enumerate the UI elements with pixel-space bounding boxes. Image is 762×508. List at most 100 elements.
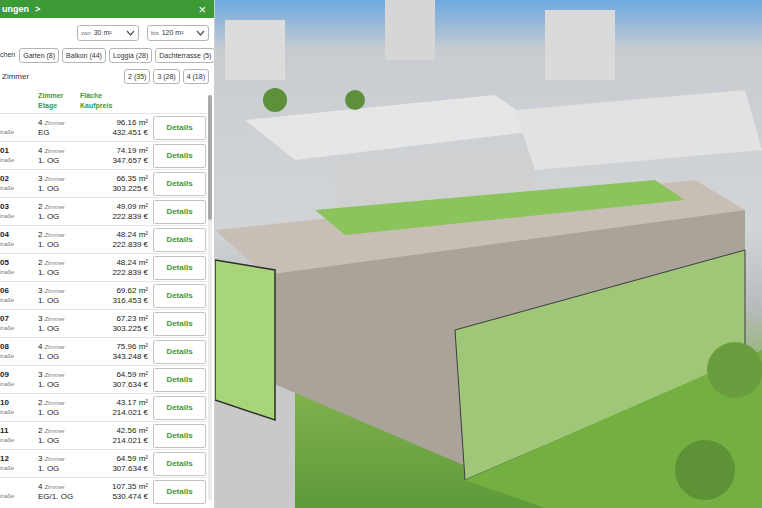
apartment-price: 222.839 € — [112, 212, 148, 222]
feature-chip[interactable]: Loggia (28) — [109, 48, 152, 63]
rooms-chip[interactable]: 3 (28) — [153, 69, 179, 84]
apartment-row[interactable]: 10traße2Zimmer1. OG43.17 m²214.021 €Deta… — [0, 393, 206, 421]
apartment-area: 48.24 m² — [116, 230, 148, 240]
room-unit: Zimmer — [44, 370, 64, 380]
column-title: Zimmer — [38, 91, 80, 101]
feature-chip[interactable]: Dachterrasse (5) — [155, 48, 215, 63]
details-button[interactable]: Details — [153, 200, 206, 224]
apartment-number: 04 — [0, 230, 38, 240]
apartment-number: 05 — [0, 258, 38, 268]
room-count: 4 — [38, 482, 42, 492]
apartment-row[interactable]: 02traße3Zimmer1. OG66.35 m²303.225 €Deta… — [0, 169, 206, 197]
details-button[interactable]: Details — [153, 116, 206, 140]
room-unit: Zimmer — [44, 398, 64, 408]
details-button[interactable]: Details — [153, 340, 206, 364]
details-button[interactable]: Details — [153, 452, 206, 476]
apartment-floor: 1. OG — [38, 296, 80, 306]
apartment-row[interactable]: 08traße4Zimmer1. OG75.96 m²343.248 €Deta… — [0, 337, 206, 365]
apartment-number: 01 — [0, 146, 38, 156]
area-value: 30 m² — [94, 29, 112, 36]
column-title: Fläche — [80, 91, 150, 101]
details-button[interactable]: Details — [153, 228, 206, 252]
apartment-area: 74.19 m² — [116, 146, 148, 156]
apartment-row[interactable]: 06traße3Zimmer1. OG69.62 m²316.453 €Deta… — [0, 281, 206, 309]
apartment-row[interactable]: 05traße2Zimmer1. OG48.24 m²222.839 €Deta… — [0, 253, 206, 281]
apartment-number: 11 — [0, 426, 38, 436]
apartment-street: traße — [0, 324, 38, 333]
details-button[interactable]: Details — [153, 256, 206, 280]
area-select[interactable]: von30 m² — [77, 25, 139, 41]
apartment-price: 222.839 € — [112, 240, 148, 250]
apartment-row[interactable]: 01traße4Zimmer1. OG74.19 m²347.657 €Deta… — [0, 141, 206, 169]
apartment-row[interactable]: 07traße3Zimmer1. OG67.23 m²303.225 €Deta… — [0, 309, 206, 337]
apartment-row[interactable]: traße4ZimmerEG/1. OG107.35 m²530.474 €De… — [0, 477, 206, 505]
apartment-area: 64.59 m² — [116, 454, 148, 464]
apartment-price: 303.225 € — [112, 324, 148, 334]
details-button[interactable]: Details — [153, 312, 206, 336]
room-count: 2 — [38, 258, 42, 268]
apartment-number: 12 — [0, 454, 38, 464]
apartment-price: 303.225 € — [112, 184, 148, 194]
room-count: 4 — [38, 342, 42, 352]
details-button[interactable]: Details — [153, 144, 206, 168]
chevron-down-icon — [195, 28, 205, 38]
apartment-row[interactable]: traße4ZimmerEG96.16 m²432.451 €Details — [0, 113, 206, 141]
room-unit: Zimmer — [44, 202, 64, 212]
scrollbar[interactable] — [208, 95, 212, 500]
area-prefix: von — [81, 30, 91, 36]
room-unit: Zimmer — [44, 426, 64, 436]
room-unit: Zimmer — [44, 146, 64, 156]
apartment-street: traße — [0, 436, 38, 445]
apartment-panel: ungen>×von30 m²bis120 m²chenGarten (8)Ba… — [0, 0, 215, 508]
apartment-row[interactable]: 11traße2Zimmer1. OG42.56 m²214.021 €Deta… — [0, 421, 206, 449]
details-button[interactable]: Details — [153, 368, 206, 392]
room-count: 3 — [38, 314, 42, 324]
building-3d-view[interactable] — [215, 0, 762, 508]
apartment-street: traße — [0, 352, 38, 361]
apartment-area: 75.96 m² — [116, 342, 148, 352]
room-count: 3 — [38, 454, 42, 464]
room-unit: Zimmer — [44, 118, 64, 128]
rooms-chip[interactable]: 2 (35) — [124, 69, 150, 84]
room-unit: Zimmer — [44, 286, 64, 296]
apartment-area: 42.56 m² — [116, 426, 148, 436]
apartment-floor: EG/1. OG — [38, 492, 80, 502]
details-button[interactable]: Details — [153, 284, 206, 308]
chevron-down-icon — [125, 28, 135, 38]
details-button[interactable]: Details — [153, 480, 206, 504]
room-unit: Zimmer — [44, 174, 64, 184]
column-title: Kaufpreis — [80, 101, 150, 111]
details-button[interactable]: Details — [153, 396, 206, 420]
column-title: Etage — [38, 101, 80, 111]
scrollbar-thumb[interactable] — [208, 95, 212, 220]
header-chevron[interactable]: > — [35, 5, 40, 14]
apartment-price: 343.248 € — [112, 352, 148, 362]
apartment-row[interactable]: 09traße3Zimmer1. OG64.59 m²307.634 €Deta… — [0, 365, 206, 393]
details-button[interactable]: Details — [153, 172, 206, 196]
apartment-row[interactable]: 12traße3Zimmer1. OG64.59 m²307.634 €Deta… — [0, 449, 206, 477]
apartment-floor: 1. OG — [38, 268, 80, 278]
rooms-chip[interactable]: 4 (18) — [183, 69, 209, 84]
apartment-floor: 1. OG — [38, 408, 80, 418]
close-button[interactable]: × — [198, 3, 206, 16]
feature-chip[interactable]: Garten (8) — [19, 48, 59, 63]
apartment-floor: 1. OG — [38, 156, 80, 166]
apartment-area: 67.23 m² — [116, 314, 148, 324]
panel-header: ungen>× — [0, 0, 214, 18]
apartment-street: traße — [0, 296, 38, 305]
details-button[interactable]: Details — [153, 424, 206, 448]
room-count: 4 — [38, 118, 42, 128]
table-header: ZimmerEtageFlächeKaufpreis — [0, 86, 214, 113]
apartment-street: traße — [0, 408, 38, 417]
apartment-number — [0, 482, 38, 492]
apartment-price: 222.839 € — [112, 268, 148, 278]
room-unit: Zimmer — [44, 342, 64, 352]
apartment-row[interactable]: 04traße2Zimmer1. OG48.24 m²222.839 €Deta… — [0, 225, 206, 253]
apartment-area: 107.35 m² — [112, 482, 148, 492]
apartment-street: traße — [0, 464, 38, 473]
feature-chip[interactable]: Balkon (44) — [62, 48, 106, 63]
area-select[interactable]: bis120 m² — [147, 25, 209, 41]
apartment-row[interactable]: 03traße2Zimmer1. OG49.09 m²222.839 €Deta… — [0, 197, 206, 225]
room-count: 2 — [38, 202, 42, 212]
apartment-price: 432.451 € — [112, 128, 148, 138]
